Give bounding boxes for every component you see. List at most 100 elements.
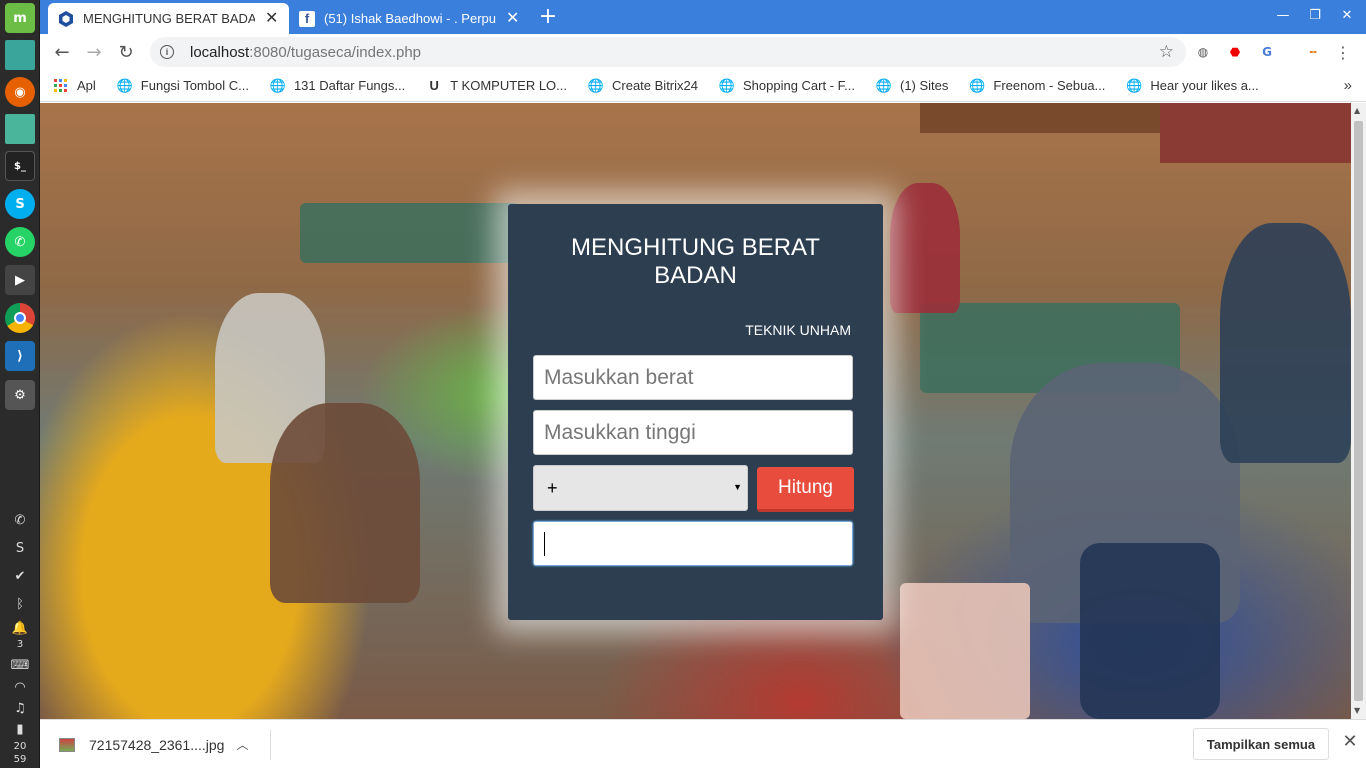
- forward-icon[interactable]: →: [82, 40, 106, 64]
- globe-icon: 🌐: [875, 77, 893, 93]
- weight-input[interactable]: [533, 355, 853, 400]
- hitung-button[interactable]: Hitung: [757, 467, 854, 512]
- notification-count: 3: [16, 639, 24, 650]
- globe-icon: 🌐: [587, 77, 605, 93]
- bookmark-item[interactable]: 🌐 Freenom - Sebua...: [969, 78, 1105, 94]
- bookmark-item[interactable]: 🌐 Create Bitrix24: [588, 78, 698, 94]
- download-filename: 72157428_2361....jpg: [89, 736, 225, 753]
- globe-icon: 🌐: [718, 77, 736, 93]
- close-window-icon[interactable]: ✕: [1337, 8, 1357, 23]
- bookmark-label: Freenom - Sebua...: [993, 78, 1106, 93]
- extension-icon[interactable]: ◍: [1193, 42, 1213, 62]
- desktop-panel: m ◉ $_ S ✆ ▶ ⟩ ⚙ ✆ S ✔ ᛒ 🔔 3 ⌨ ◠ ♫ ▮ 20 …: [0, 0, 40, 768]
- files-icon[interactable]: [5, 114, 35, 144]
- show-all-downloads-button[interactable]: Tampilkan semua: [1193, 728, 1329, 760]
- bookmarks-overflow-icon[interactable]: »: [1344, 77, 1352, 94]
- background-photo-person: [1220, 223, 1351, 463]
- whatsapp-icon[interactable]: ✆: [5, 227, 35, 257]
- chevron-up-icon[interactable]: ︿: [236, 736, 248, 753]
- download-item[interactable]: 72157428_2361....jpg ︿: [59, 720, 248, 769]
- bookmarks-bar: Apl 🌐 Fungsi Tombol C... 🌐 131 Daftar Fung…: [40, 70, 1366, 102]
- bookmark-apps[interactable]: Apl: [53, 78, 96, 94]
- operator-select[interactable]: + ▼: [533, 465, 748, 511]
- wifi-icon[interactable]: ◠: [8, 677, 32, 697]
- download-shelf: 72157428_2361....jpg ︿ Tampilkan semua ✕: [40, 719, 1366, 768]
- chrome-icon[interactable]: [5, 303, 35, 333]
- adblock-icon[interactable]: ⬣: [1225, 42, 1245, 62]
- background-photo-person: [890, 183, 960, 313]
- browser-toolbar: ← → ↻ i localhost:8080/tugaseca/index.ph…: [40, 34, 1366, 70]
- settings-icon[interactable]: ⚙: [5, 380, 35, 410]
- background-photo-person: [270, 403, 420, 603]
- bookmark-item[interactable]: 🌐 Fungsi Tombol C...: [117, 78, 249, 94]
- whatsapp-tray-icon[interactable]: ✆: [8, 510, 32, 530]
- close-icon[interactable]: ✕: [1340, 732, 1360, 752]
- sound-icon[interactable]: ♫: [8, 698, 32, 718]
- skype-tray-icon[interactable]: S: [8, 538, 32, 558]
- bluetooth-icon[interactable]: ᛒ: [8, 594, 32, 614]
- show-desktop-icon[interactable]: [5, 40, 35, 70]
- bookmark-item[interactable]: 🌐 Shopping Cart - F...: [719, 78, 855, 94]
- firefox-icon[interactable]: ◉: [5, 77, 35, 107]
- shield-icon[interactable]: ✔: [8, 566, 32, 586]
- maximize-icon[interactable]: ❐: [1305, 8, 1325, 23]
- linux-mint-menu-icon[interactable]: m: [5, 3, 35, 33]
- keyboard-icon[interactable]: ⌨: [8, 655, 32, 675]
- bookmark-label: Apl: [77, 78, 96, 93]
- page-scrollbar[interactable]: ▲ ▼: [1351, 103, 1366, 719]
- media-player-icon[interactable]: ▶: [5, 265, 35, 295]
- bookmark-item[interactable]: 🌐 Hear your likes a...: [1126, 78, 1258, 94]
- globe-icon: 🌐: [969, 77, 986, 93]
- background-photo-books: [1160, 103, 1351, 163]
- divider: [270, 730, 271, 760]
- u-icon: U: [429, 78, 439, 93]
- scroll-up-icon[interactable]: ▲: [1354, 106, 1360, 115]
- apps-grid-icon: [53, 78, 69, 94]
- extension-icon[interactable]: ╍: [1303, 42, 1323, 62]
- bookmark-item[interactable]: 🌐 131 Daftar Fungs...: [270, 78, 405, 94]
- operator-value: +: [547, 477, 558, 498]
- facebook-icon: f: [299, 10, 315, 27]
- info-icon[interactable]: i: [160, 45, 174, 59]
- globe-icon: 🌐: [269, 77, 287, 93]
- site-icon: [58, 10, 74, 27]
- reload-icon[interactable]: ↻: [114, 40, 138, 64]
- dropdown-caret-icon: ▼: [733, 482, 742, 492]
- minimize-icon[interactable]: —: [1273, 8, 1293, 23]
- close-tab-icon[interactable]: ✕: [506, 10, 519, 27]
- clock-minute[interactable]: 59: [0, 753, 40, 766]
- battery-icon[interactable]: ▮: [8, 719, 32, 739]
- result-field[interactable]: [533, 521, 853, 566]
- bookmark-item[interactable]: 🌐 (1) Sites: [875, 77, 949, 94]
- bookmark-label: Fungsi Tombol C...: [140, 78, 249, 93]
- address-bar[interactable]: i localhost:8080/tugaseca/index.php ☆: [150, 37, 1186, 67]
- tab-title: (51) Ishak Baedhowi - . Perpust: [324, 11, 496, 26]
- tab-menghitung[interactable]: MENGHITUNG BERAT BADAN ✕: [48, 3, 289, 34]
- clock-hour[interactable]: 20: [0, 740, 40, 753]
- vscode-icon[interactable]: ⟩: [5, 341, 35, 371]
- bookmark-label: (1) Sites: [899, 78, 949, 93]
- tab-facebook[interactable]: f (51) Ishak Baedhowi - . Perpust ✕: [289, 3, 530, 34]
- new-tab-button[interactable]: +: [536, 6, 560, 30]
- terminal-icon[interactable]: $_: [5, 151, 35, 181]
- close-tab-icon[interactable]: ✕: [265, 10, 278, 27]
- height-input[interactable]: [533, 410, 853, 455]
- bookmark-label: T KOMPUTER LO...: [450, 78, 567, 93]
- text-cursor: [544, 532, 545, 556]
- background-photo-table: [300, 203, 520, 263]
- bookmark-star-icon[interactable]: ☆: [1159, 42, 1174, 62]
- menu-icon[interactable]: ⋮: [1333, 42, 1353, 62]
- background-photo-laptop: [900, 583, 1030, 719]
- bookmark-item[interactable]: U T KOMPUTER LO...: [426, 78, 567, 94]
- notification-icon[interactable]: 🔔: [8, 618, 32, 638]
- image-file-icon: [59, 737, 75, 752]
- back-icon[interactable]: ←: [50, 40, 74, 64]
- translate-icon[interactable]: G: [1257, 42, 1277, 62]
- scrollbar-thumb[interactable]: [1354, 121, 1363, 701]
- skype-icon[interactable]: S: [5, 189, 35, 219]
- calculator-card: MENGHITUNG BERAT BADAN TEKNIK UNHAM + ▼ …: [508, 204, 883, 620]
- scroll-down-icon[interactable]: ▼: [1354, 706, 1360, 715]
- tab-title: MENGHITUNG BERAT BADAN: [83, 11, 255, 26]
- page-viewport: MENGHITUNG BERAT BADAN TEKNIK UNHAM + ▼ …: [40, 103, 1351, 719]
- card-subtitle: TEKNIK UNHAM: [745, 322, 851, 338]
